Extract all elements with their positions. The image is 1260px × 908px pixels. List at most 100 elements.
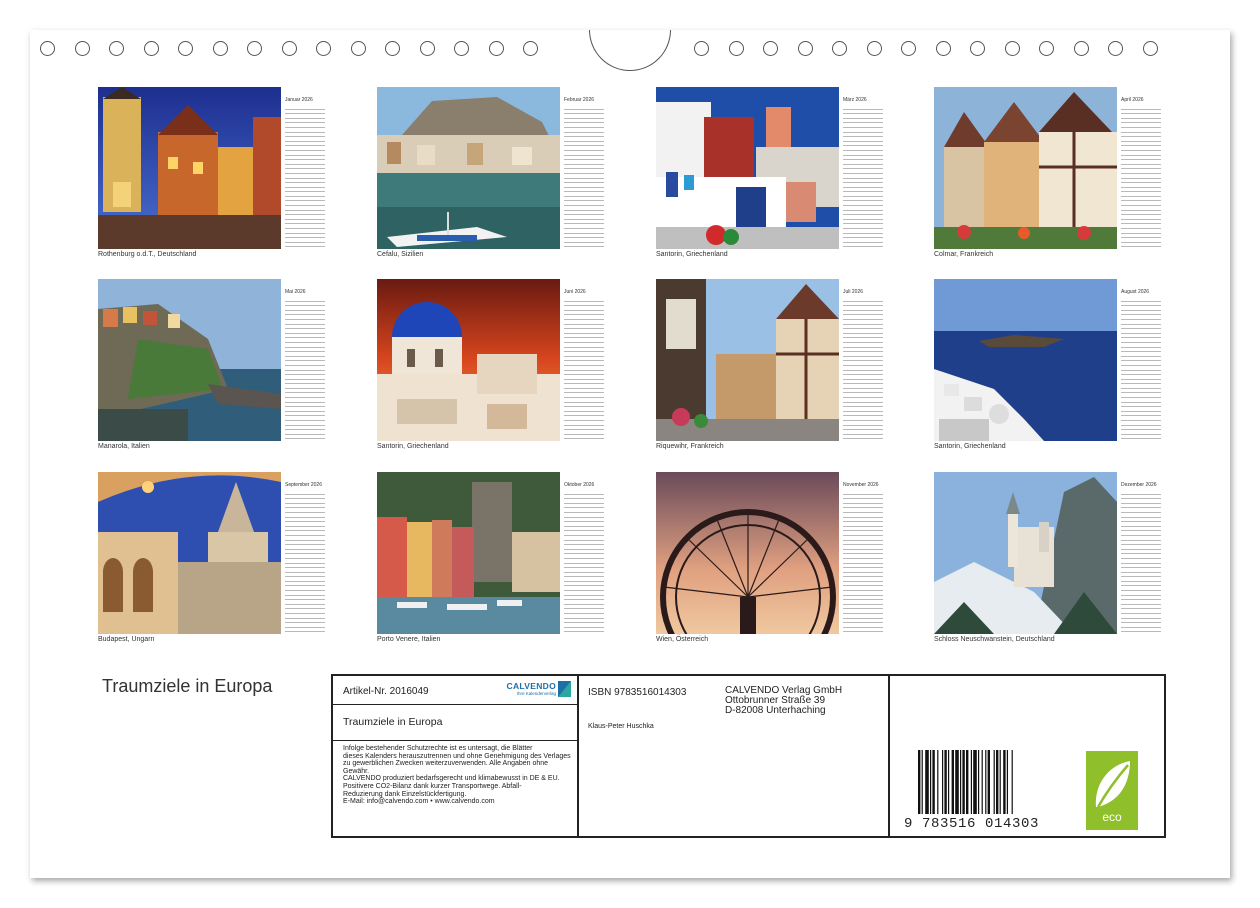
- notice-line: Positivere CO2-Bilanz dank kurzer Transp…: [343, 782, 522, 790]
- day-lines: [843, 105, 883, 248]
- title-row: Traumziele in Europa: [333, 705, 577, 741]
- month-photo: [377, 472, 560, 634]
- day-lines: [843, 297, 883, 440]
- barcode-bar: [962, 750, 965, 814]
- month-name: März 2026: [843, 97, 867, 103]
- month-photo: [98, 279, 281, 441]
- barcode-bar: [960, 750, 962, 814]
- binding-hole: [797, 41, 813, 56]
- barcode-bar: [921, 750, 923, 814]
- day-lines: [285, 490, 325, 633]
- binding-hole: [866, 41, 882, 56]
- month-photo: [934, 472, 1117, 634]
- month-day-grid: Dezember 2026: [1121, 482, 1161, 633]
- day-lines: [285, 297, 325, 440]
- month-photo: [934, 87, 1117, 249]
- calendar-title: Traumziele in Europa: [343, 716, 443, 728]
- month-caption: Santorin, Griechenland: [934, 443, 1006, 450]
- month-name: Juli 2026: [843, 289, 864, 295]
- binding-hole: [1004, 41, 1020, 56]
- product-info-box: Artikel-Nr. 2016049 CALVENDO Ihre Kalend…: [331, 674, 1166, 838]
- notice-line: Reduzierung dank Einzelstückfertigung.: [343, 790, 467, 798]
- leaf-icon: [1095, 761, 1130, 808]
- month-day-grid: Juni 2026: [564, 289, 604, 440]
- binding-holes-left: [40, 41, 558, 56]
- day-lines: [564, 490, 604, 633]
- binding-hole: [832, 41, 847, 56]
- logo-text: CALVENDO: [506, 681, 556, 691]
- info-column-article: Artikel-Nr. 2016049 CALVENDO Ihre Kalend…: [333, 676, 579, 836]
- month-caption: Schloss Neuschwanstein, Deutschland: [934, 636, 1055, 643]
- month-thumbnail-oktober: Porto Venere, Italien Oktober 2026: [377, 472, 607, 647]
- month-photo: [934, 279, 1117, 441]
- month-photo: [377, 87, 560, 249]
- month-thumbnail-juni: Santorin, Griechenland Juni 2026: [377, 279, 607, 454]
- binding-hole: [454, 41, 469, 56]
- barcode-bar: [942, 750, 944, 814]
- month-name: Januar 2026: [285, 97, 313, 103]
- month-day-grid: März 2026: [843, 97, 883, 248]
- day-line: [564, 243, 604, 248]
- day-line: [843, 435, 883, 440]
- month-thumbnail-maerz: Santorin, Griechenland März 2026: [656, 87, 886, 262]
- binding-hole: [763, 41, 778, 56]
- binding-hole: [385, 41, 400, 56]
- month-thumbnail-august: Santorin, Griechenland August 2026: [934, 279, 1164, 454]
- month-thumbnail-april: Colmar, Frankreich April 2026: [934, 87, 1164, 262]
- publisher-address: CALVENDO Verlag GmbH Ottobrunner Straße …: [725, 686, 842, 716]
- month-thumbnail-juli: Riquewihr, Frankreich Juli 2026: [656, 279, 886, 454]
- binding-hole: [901, 41, 916, 56]
- day-lines: [843, 490, 883, 633]
- month-name: Juni 2026: [564, 289, 586, 295]
- day-line: [285, 435, 325, 440]
- month-thumbnail-januar: Rothenburg o.d.T., Deutschland Januar 20…: [98, 87, 328, 262]
- month-photo: [656, 279, 839, 441]
- binding-hole: [728, 41, 744, 56]
- info-column-barcode: 9 783516 014303 eco: [890, 676, 1164, 836]
- day-lines: [564, 297, 604, 440]
- barcode-bar: [996, 750, 999, 814]
- month-name: August 2026: [1121, 289, 1150, 295]
- barcode-bar: [999, 750, 1001, 814]
- binding-hole: [523, 41, 538, 56]
- barcode-bar: [981, 750, 983, 814]
- month-name: Oktober 2026: [564, 482, 595, 488]
- notice-line: dieses Kalenders herauszutrennen und ohn…: [343, 752, 571, 760]
- day-line: [564, 435, 604, 440]
- barcode-bar: [970, 750, 972, 814]
- binding-hole: [1108, 41, 1123, 56]
- barcode-bar: [918, 750, 921, 814]
- month-caption: Rothenburg o.d.T., Deutschland: [98, 251, 197, 258]
- month-day-grid: April 2026: [1121, 97, 1161, 248]
- isbn: ISBN 9783516014303: [588, 687, 687, 698]
- month-day-grid: Mai 2026: [285, 289, 325, 440]
- binding-hole: [109, 41, 124, 56]
- day-lines: [1121, 105, 1161, 248]
- day-lines: [285, 105, 325, 248]
- barcode-bar: [993, 750, 995, 814]
- binding-hole: [281, 41, 297, 56]
- logo-mark-icon: [558, 681, 571, 697]
- barcode-icon: [918, 750, 1013, 814]
- month-photo: [98, 472, 281, 634]
- barcode-number: 9 783516 014303: [904, 816, 1040, 832]
- month-photo: [656, 472, 839, 634]
- month-caption: Santorin, Griechenland: [656, 251, 728, 258]
- binding-hole: [350, 41, 366, 56]
- day-line: [1121, 435, 1161, 440]
- month-day-grid: Oktober 2026: [564, 482, 604, 633]
- author: Klaus-Peter Huschka: [588, 723, 654, 730]
- month-day-grid: Februar 2026: [564, 97, 604, 248]
- barcode-bar: [973, 750, 977, 814]
- binding-hole: [1039, 41, 1054, 56]
- barcode-bar: [925, 750, 929, 814]
- barcode-bar: [930, 750, 932, 814]
- binding-hole: [935, 41, 951, 56]
- month-day-grid: August 2026: [1121, 289, 1161, 440]
- binding-hole: [178, 41, 193, 56]
- barcode-bar: [987, 750, 990, 814]
- month-day-grid: September 2026: [285, 482, 325, 633]
- day-line: [1121, 243, 1161, 248]
- barcode-bar: [948, 750, 950, 814]
- month-photo: [98, 87, 281, 249]
